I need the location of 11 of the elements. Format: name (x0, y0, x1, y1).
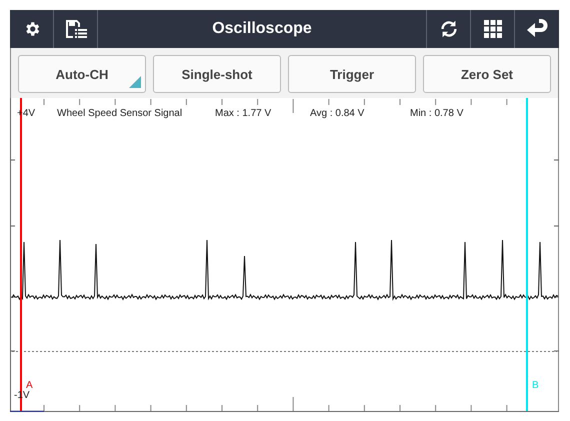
toolbar-button[interactable]: Single-shot (153, 55, 281, 93)
dropdown-button[interactable]: Auto-CH (18, 55, 146, 93)
avg-reading: Avg : 0.84 V (310, 108, 364, 119)
max-reading: Max : 1.77 V (215, 108, 272, 119)
toolbar-button[interactable]: Zero Set (423, 55, 551, 93)
cursor-label: A (26, 380, 33, 391)
corner-triangle-icon (129, 76, 141, 88)
signal-name: Wheel Speed Sensor Signal (57, 108, 182, 119)
min-reading: Min : 0.78 V (410, 108, 464, 119)
cursor-label: B (532, 380, 539, 391)
toolbar-button[interactable]: Trigger (288, 55, 416, 93)
